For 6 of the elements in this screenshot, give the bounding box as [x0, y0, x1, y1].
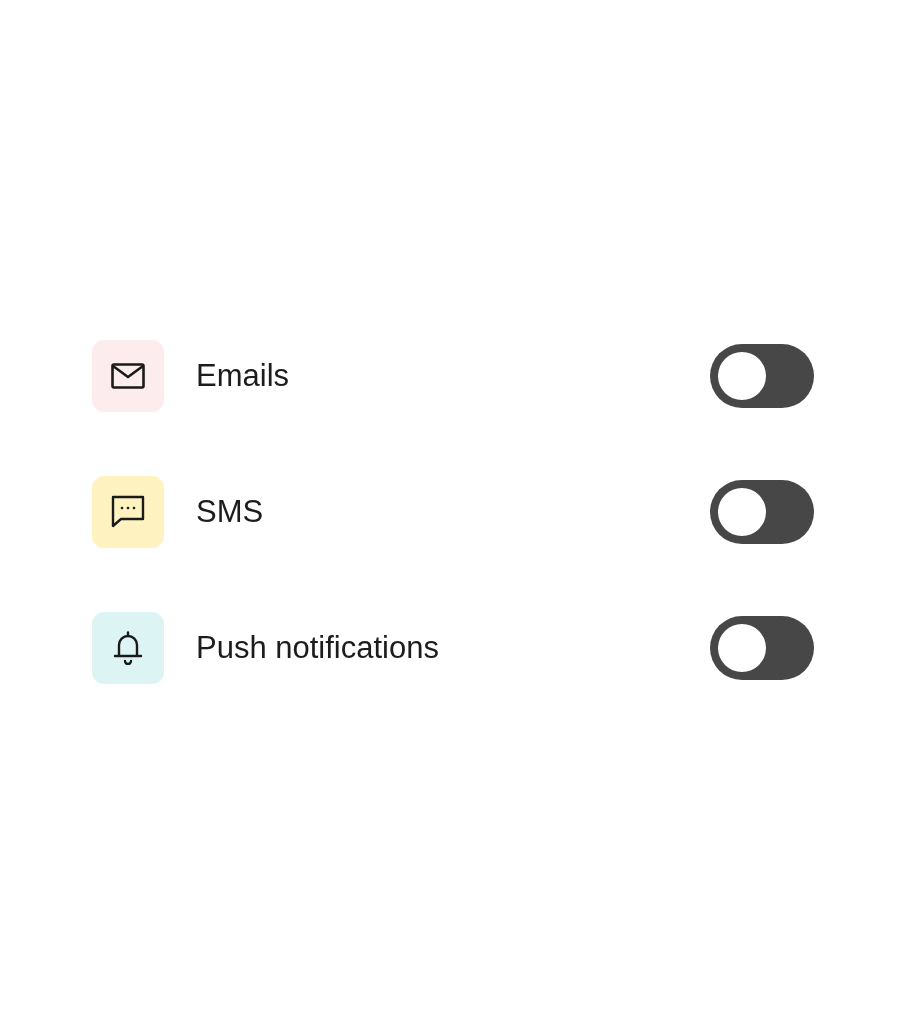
chat-icon — [111, 495, 145, 529]
setting-label: Push notifications — [196, 630, 440, 666]
setting-label: Emails — [196, 358, 290, 394]
envelope-icon — [111, 363, 145, 389]
bell-icon — [113, 631, 143, 665]
setting-label: SMS — [196, 494, 265, 530]
